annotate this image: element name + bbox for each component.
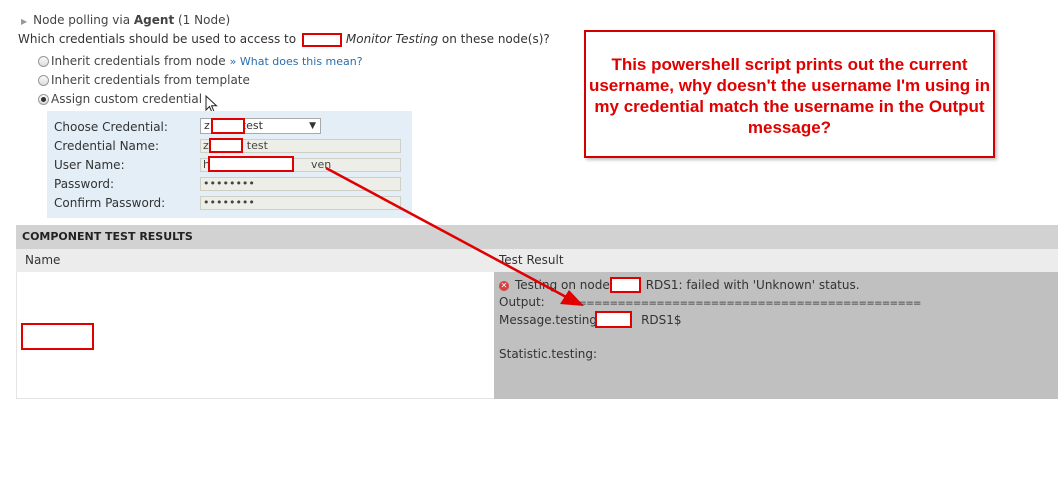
confirm-password-label: Confirm Password: [54, 196, 166, 210]
credentials-question: Which credentials should be used to acce… [18, 32, 550, 47]
error-icon: ✕ [499, 280, 509, 291]
choose-value-start: z [204, 119, 210, 132]
password-field[interactable]: •••••••• [200, 177, 401, 191]
statistic-line: Statistic.testing: [499, 347, 598, 361]
confirm-password-mask: •••••••• [203, 196, 255, 209]
credential-name-start: z [203, 139, 209, 152]
name-column-header: Name [16, 249, 494, 272]
password-label: Password: [54, 177, 115, 191]
test-status-line: ✕ Testing on node RDS1: failed with 'Unkno… [499, 278, 860, 292]
redacted-component-name [21, 323, 94, 350]
failed-status-text: RDS1: failed with 'Unknown' status. [645, 278, 860, 292]
question-prefix: Which credentials should be used to acce… [18, 32, 300, 46]
radio-custom-label: Assign custom credential [51, 92, 203, 106]
radio-inherit-node[interactable]: Inherit credentials from node » What doe… [38, 53, 363, 69]
polling-method: Agent [133, 13, 175, 27]
confirm-password-field[interactable]: •••••••• [200, 196, 401, 210]
redacted-credential-name [209, 138, 243, 153]
radio-inherit-template-label: Inherit credentials from template [51, 73, 250, 87]
message-label: Message.testing: [499, 313, 602, 327]
radio-icon[interactable] [38, 55, 49, 67]
redacted-credential-choice [211, 118, 245, 134]
polling-prefix: Node polling via [33, 13, 134, 27]
credential-name-label: Credential Name: [54, 139, 160, 153]
choose-credential-label: Choose Credential: [54, 120, 168, 134]
annotation-callout: This powershell script prints out the cu… [584, 30, 995, 158]
output-line: Output: =================================… [499, 295, 921, 309]
redacted-node-name [610, 277, 641, 293]
password-mask: •••••••• [203, 177, 255, 190]
output-label: Output: [499, 295, 545, 309]
radio-inherit-node-label: Inherit credentials from node [51, 54, 226, 68]
polling-suffix: (1 Node) [174, 13, 231, 27]
redacted-message-user [595, 311, 632, 328]
radio-inherit-template[interactable]: Inherit credentials from template [38, 72, 250, 88]
credential-name-end: test [246, 139, 268, 152]
question-suffix: on these node(s)? [438, 32, 550, 46]
user-name-label: User Name: [54, 158, 125, 172]
radio-custom-credential[interactable]: Assign custom credential [38, 91, 202, 107]
radio-selected-icon[interactable] [38, 93, 49, 105]
radio-icon[interactable] [38, 74, 49, 86]
component-test-results-header: COMPONENT TEST RESULTS [16, 225, 1058, 249]
message-value: RDS1$ [641, 313, 682, 327]
testing-on-node-text: Testing on node [515, 278, 610, 292]
question-app-name: Monitor Testing [345, 32, 439, 46]
test-result-column-header: Test Result [494, 249, 1058, 272]
what-does-this-mean-link[interactable]: » What does this mean? [230, 55, 363, 68]
node-polling-toggle[interactable]: ▶ Node polling via Agent (1 Node) [21, 13, 230, 27]
expand-triangle-icon: ▶ [21, 17, 28, 26]
redacted-user-name [208, 156, 294, 172]
dropdown-arrow-icon: ▼ [309, 121, 316, 131]
output-separator: ========================================… [570, 298, 922, 309]
message-line: Message.testing: RDS1$ [499, 313, 682, 327]
user-name-end: ven [310, 158, 332, 171]
redacted-app-prefix [301, 32, 342, 47]
